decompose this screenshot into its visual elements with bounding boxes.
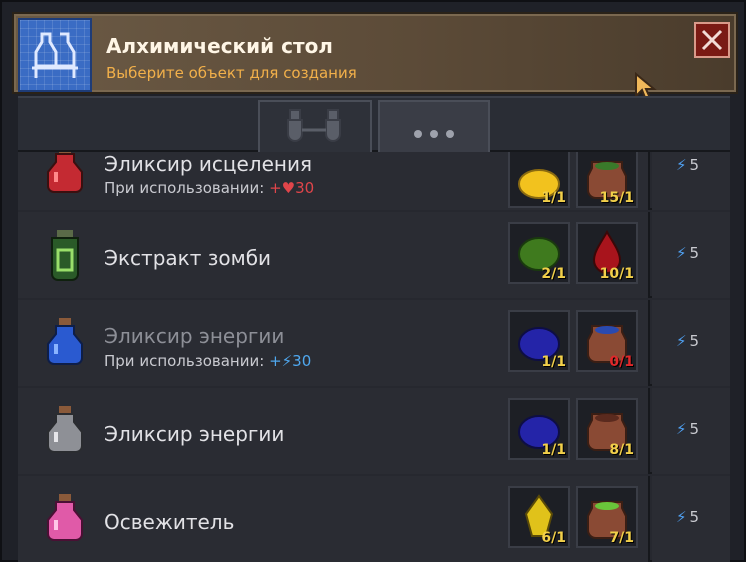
ingredient-slot[interactable]: 1/1 (508, 398, 570, 460)
energy-cost-value: 5 (689, 156, 700, 174)
energy-icon: ⚡ (676, 508, 687, 526)
ingredient-count: 6/1 (541, 530, 566, 546)
energy-cost: ⚡ 5 (652, 152, 730, 210)
energy-icon: ⚡ (676, 332, 687, 350)
energy-cost: ⚡ 5 (652, 300, 730, 386)
recipe-row[interactable]: Экстракт зомби 2/1 10/1 ⚡ 5 (18, 212, 730, 298)
recipe-row[interactable]: Эликсир энергии 1/1 8/1 ⚡ 5 (18, 388, 730, 474)
ingredient-count: 10/1 (599, 266, 634, 282)
health-potion-icon (47, 152, 83, 193)
ingredient-slot[interactable]: 7/1 (576, 486, 638, 548)
energy-icon: ⚡ (676, 420, 687, 438)
energy-cost-value: 5 (689, 244, 700, 262)
recipe-name: Эликсир энергии (104, 422, 285, 446)
health-bonus: +♥30 (269, 179, 315, 197)
ingredient-count: 1/1 (541, 190, 566, 206)
ingredient-slot[interactable]: 10/1 (576, 222, 638, 284)
zombie-extract-icon (51, 230, 79, 281)
energy-cost: ⚡ 5 (652, 476, 730, 562)
energy-icon: ⚡ (676, 156, 687, 174)
recipe-effect: При использовании: +♥30 (104, 179, 315, 197)
ingredient-count: 1/1 (541, 442, 566, 458)
ingredient-count: 8/1 (609, 442, 634, 458)
ingredient-slot[interactable]: 2/1 (508, 222, 570, 284)
tabs-bar (18, 96, 730, 152)
freshener-potion-icon (47, 494, 83, 541)
energy-cost-value: 5 (689, 508, 700, 526)
ingredient-slot[interactable]: 8/1 (576, 398, 638, 460)
ingredient-slot[interactable]: 1/1 (508, 152, 570, 208)
tab-more[interactable] (378, 100, 490, 152)
recipe-name: Экстракт зомби (104, 246, 272, 270)
window-header: Алхимический стол Выберите объект для со… (12, 12, 738, 94)
ingredient-slot[interactable]: 0/1 (576, 310, 638, 372)
ingredient-count: 2/1 (541, 266, 566, 282)
ingredient-slot[interactable]: 1/1 (508, 310, 570, 372)
energy-cost: ⚡ 5 (652, 212, 730, 298)
recipe-name: Освежитель (104, 510, 235, 534)
ingredient-count: 1/1 (541, 354, 566, 370)
energy-cost-value: 5 (689, 420, 700, 438)
recipe-list[interactable]: Эликсир исцеления При использовании: +♥3… (18, 152, 730, 562)
recipe-row[interactable]: Эликсир исцеления При использовании: +♥3… (18, 152, 730, 210)
empty-potion-icon (47, 406, 83, 453)
energy-cost: ⚡ 5 (652, 388, 730, 474)
ingredient-count: 7/1 (609, 530, 634, 546)
recipe-name: Эликсир исцеления (104, 152, 312, 176)
flasks-icon (287, 109, 341, 142)
energy-icon: ⚡ (676, 244, 687, 262)
blueprint-icon (18, 18, 92, 92)
close-button[interactable] (694, 22, 730, 58)
alchemy-window: Алхимический стол Выберите объект для со… (0, 0, 746, 562)
window-title: Алхимический стол (106, 34, 333, 58)
ingredient-slot[interactable]: 15/1 (576, 152, 638, 208)
window-subtitle: Выберите объект для создания (106, 64, 357, 82)
recipe-row[interactable]: Эликсир энергии При использовании: +⚡30 … (18, 300, 730, 386)
ingredient-count: 15/1 (599, 190, 634, 206)
close-icon (701, 29, 723, 51)
recipe-row[interactable]: Освежитель 6/1 7/1 ⚡ 5 (18, 476, 730, 562)
recipe-effect: При использовании: +⚡30 (104, 352, 312, 370)
tab-flasks[interactable] (258, 100, 372, 152)
energy-bonus: +⚡30 (269, 352, 312, 370)
ingredient-count: 0/1 (609, 354, 634, 370)
more-icon (414, 130, 454, 138)
ingredient-slot[interactable]: 6/1 (508, 486, 570, 548)
energy-potion-icon (47, 318, 83, 365)
recipe-name: Эликсир энергии (104, 324, 285, 348)
energy-cost-value: 5 (689, 332, 700, 350)
